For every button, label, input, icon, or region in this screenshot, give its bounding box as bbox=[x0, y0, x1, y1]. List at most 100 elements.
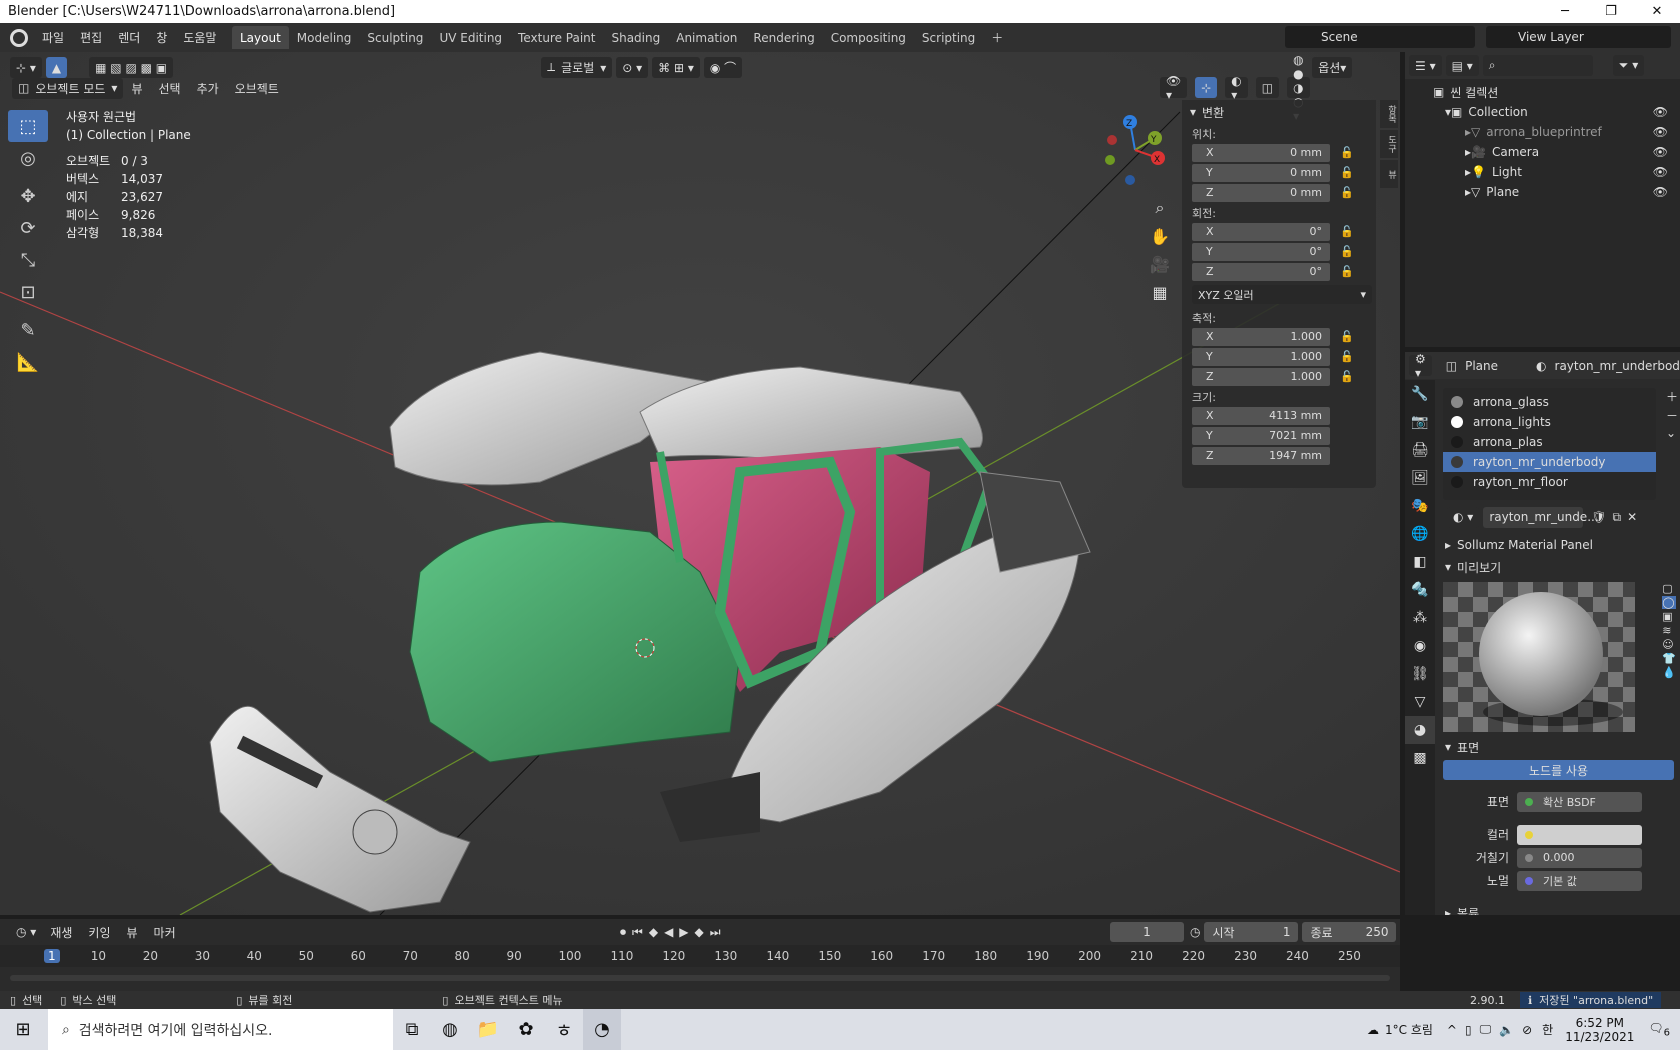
overlay-toggle[interactable]: ◐ ▾ bbox=[1225, 74, 1248, 102]
viewport-menu-1[interactable]: 선택 bbox=[150, 80, 188, 97]
data-tab-icon[interactable]: ▽ bbox=[1405, 688, 1435, 716]
output-tab-icon[interactable]: 🖨 bbox=[1405, 436, 1435, 464]
sidebar-tab-2[interactable]: 뷰 bbox=[1380, 160, 1398, 188]
unlink-material-icon[interactable]: ✕ bbox=[1621, 510, 1637, 524]
timeline-menu-2[interactable]: 뷰 bbox=[119, 924, 146, 941]
start-frame-field[interactable]: 시작 1 bbox=[1204, 922, 1299, 942]
weather-text[interactable]: 1°C 흐림 bbox=[1385, 1021, 1447, 1038]
eye-icon[interactable]: 👁 bbox=[1653, 165, 1668, 179]
dimensions-z-field[interactable]: Z 1947 mm bbox=[1192, 446, 1330, 465]
shading-mode-buttons[interactable]: ◍ ● ◑ ○ ▾ bbox=[1287, 53, 1310, 123]
navigation-gizmo[interactable]: Z Y X bbox=[1100, 110, 1170, 190]
view-layer-tab-icon[interactable]: 🖼 bbox=[1405, 464, 1435, 492]
surface-row-field[interactable]: 0.000 bbox=[1517, 847, 1642, 868]
slot-menu-icon[interactable]: ⌄ bbox=[1666, 426, 1678, 440]
timeline-menu-3[interactable]: 마커 bbox=[146, 924, 184, 941]
current-frame-field[interactable]: 1 bbox=[1110, 922, 1184, 942]
preview-cloth-icon[interactable]: 👕 bbox=[1662, 652, 1676, 665]
outliner-item-camera[interactable]: ▸ 🎥 Camera 👁 bbox=[1405, 142, 1680, 162]
material-slot[interactable]: rayton_mr_underbody bbox=[1443, 452, 1656, 472]
outliner-search-input[interactable]: ⌕ bbox=[1482, 55, 1593, 76]
rotate-tool-icon[interactable]: ⟳ bbox=[8, 212, 48, 244]
rotation-mode-dropdown[interactable]: XYZ 오일러 ▾ bbox=[1192, 285, 1372, 304]
measure-tool-icon[interactable]: 📐 bbox=[8, 346, 48, 378]
remove-slot-icon[interactable]: － bbox=[1666, 407, 1678, 424]
timeline-menu-0[interactable]: 재생 bbox=[42, 924, 80, 941]
dimensions-y-field[interactable]: Y 7021 mm bbox=[1192, 426, 1330, 445]
select-mode-buttons[interactable]: ▦ ▧ ▨ ▩ ▣ bbox=[89, 57, 174, 78]
material-slot[interactable]: arrona_lights bbox=[1443, 412, 1656, 432]
select-tool-button[interactable]: ▲ bbox=[45, 57, 68, 78]
tab-uv-editing[interactable]: UV Editing bbox=[431, 26, 510, 49]
transform-orientation-dropdown[interactable]: ⟂ 글로벌 ▾ bbox=[541, 57, 613, 78]
tab-modeling[interactable]: Modeling bbox=[289, 26, 360, 49]
add-slot-icon[interactable]: ＋ bbox=[1666, 388, 1678, 405]
menu-0[interactable]: 파일 bbox=[34, 29, 72, 46]
constraints-tab-icon[interactable]: ⛓ bbox=[1405, 660, 1435, 688]
outliner-item-light[interactable]: ▸ 💡 Light 👁 bbox=[1405, 162, 1680, 182]
lock-icon[interactable]: 🔓 bbox=[1340, 146, 1354, 159]
sollumz-panel-header[interactable]: ▸ Sollumz Material Panel bbox=[1437, 534, 1680, 556]
viewport-menu-3[interactable]: 오브젝트 bbox=[227, 80, 287, 97]
fake-user-icon[interactable]: 🛡 bbox=[1583, 510, 1606, 524]
modifier-tab-icon[interactable]: 🔩 bbox=[1405, 576, 1435, 604]
preview-range-icon[interactable]: ◷ bbox=[1190, 925, 1200, 939]
end-frame-field[interactable]: 종료 250 bbox=[1302, 922, 1397, 942]
task-view-icon[interactable]: ⧉ bbox=[393, 1009, 431, 1050]
scene-selector[interactable]: Scene bbox=[1285, 26, 1475, 48]
lock-icon[interactable]: 🔓 bbox=[1340, 245, 1354, 258]
location-y-field[interactable]: Y 0 mm bbox=[1192, 163, 1330, 182]
proportional-edit-toggle[interactable]: ◉ ⌒ bbox=[703, 57, 743, 78]
scale-x-field[interactable]: X 1.000 bbox=[1192, 327, 1330, 346]
material-tab-icon[interactable]: ◕ bbox=[1405, 716, 1435, 744]
object-mode-dropdown[interactable]: ◫ 오브젝트 모드 ▾ bbox=[12, 77, 124, 99]
mic-off-icon[interactable]: ⊘ bbox=[1522, 1023, 1542, 1037]
lock-icon[interactable]: 🔓 bbox=[1340, 330, 1354, 343]
transform-tool-icon[interactable]: ⊡ bbox=[8, 276, 48, 308]
pan-hand-icon[interactable]: ✋ bbox=[1146, 222, 1174, 250]
particles-tab-icon[interactable]: ⁂ bbox=[1405, 604, 1435, 632]
file-explorer-icon[interactable]: 📁 bbox=[469, 1009, 507, 1050]
surface-row-field[interactable] bbox=[1517, 824, 1642, 845]
menu-2[interactable]: 렌더 bbox=[110, 29, 148, 46]
preview-hair-icon[interactable]: ≋ bbox=[1662, 624, 1676, 637]
eye-icon[interactable]: 👁 bbox=[1653, 145, 1668, 159]
timeline-ruler[interactable]: 1 10 20 30 40 50 60 70 80 90 100 110 120 130 140 150 160… bbox=[0, 945, 1400, 967]
timeline-scrollbar[interactable] bbox=[10, 975, 1390, 981]
preview-monkey-icon[interactable]: ☺ bbox=[1662, 638, 1676, 651]
lock-icon[interactable]: 🔓 bbox=[1340, 186, 1354, 199]
scene-tab-icon[interactable]: 🎭 bbox=[1405, 492, 1435, 520]
sidebar-tab-1[interactable]: 도구 bbox=[1380, 130, 1398, 158]
windows-start-icon[interactable]: ⊞ bbox=[4, 1009, 42, 1050]
physics-tab-icon[interactable]: ◉ bbox=[1405, 632, 1435, 660]
xray-toggle[interactable]: ◫ bbox=[1255, 77, 1280, 98]
viewport-menu-2[interactable]: 추가 bbox=[189, 80, 227, 97]
material-slot[interactable]: rayton_mr_floor bbox=[1443, 472, 1656, 492]
lock-icon[interactable]: 🔓 bbox=[1340, 225, 1354, 238]
scale-z-field[interactable]: Z 1.000 bbox=[1192, 367, 1330, 386]
gizmo-toggle[interactable]: ⊹ bbox=[1195, 77, 1218, 98]
tray-chevron-icon[interactable]: ^ bbox=[1447, 1023, 1465, 1037]
add-workspace-icon[interactable]: ＋ bbox=[983, 26, 1011, 49]
material-slot[interactable]: arrona_plas bbox=[1443, 432, 1656, 452]
preview-fluid-icon[interactable]: 💧 bbox=[1662, 666, 1676, 679]
visibility-dropdown[interactable]: 👁 ▾ bbox=[1160, 74, 1188, 102]
filter-icon[interactable]: ⏷ ▾ bbox=[1612, 55, 1645, 76]
prev-keyframe-icon[interactable]: ◆ bbox=[649, 925, 658, 940]
sidebar-tab-0[interactable]: 항목 bbox=[1380, 100, 1398, 128]
viewport-menu-0[interactable]: 뷰 bbox=[123, 80, 150, 97]
hancom-icon[interactable]: ㅎ bbox=[545, 1009, 583, 1050]
ime-indicator[interactable]: 한 bbox=[1542, 1021, 1565, 1038]
display-mode-dropdown[interactable]: ▤ ▾ bbox=[1445, 55, 1479, 76]
timeline-menu-1[interactable]: 키잉 bbox=[80, 924, 118, 941]
transform-panel-header[interactable]: ▾ 변환 bbox=[1182, 100, 1376, 124]
location-z-field[interactable]: Z 0 mm bbox=[1192, 183, 1330, 202]
eye-icon[interactable]: 👁 bbox=[1653, 105, 1668, 119]
preview-sphere-icon[interactable]: ◯ bbox=[1662, 596, 1676, 609]
use-nodes-button[interactable]: 노드를 사용 bbox=[1443, 760, 1674, 780]
select-box-tool-icon[interactable]: ⬚ bbox=[8, 110, 48, 142]
eye-icon[interactable]: 👁 bbox=[1653, 185, 1668, 199]
preview-cube-icon[interactable]: ▣ bbox=[1662, 610, 1676, 623]
minimize-button[interactable]: ─ bbox=[1542, 0, 1588, 23]
object-tab-icon[interactable]: ◧ bbox=[1405, 548, 1435, 576]
